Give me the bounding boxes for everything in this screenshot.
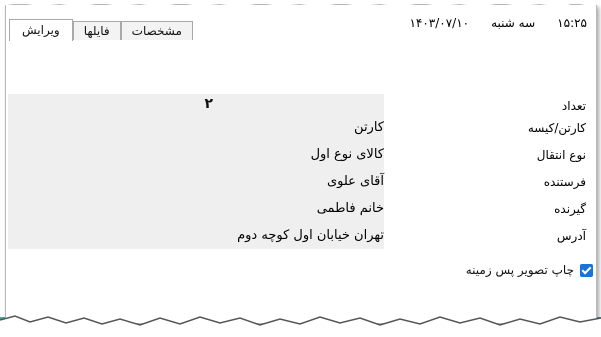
torn-edge-bottom	[0, 315, 601, 337]
torn-edge-top	[0, 0, 601, 7]
row-transport: کالای نوع اول نوع انتقال	[8, 141, 586, 168]
tab-edit[interactable]: ویرایش	[9, 19, 73, 41]
row-receiver: خانم فاطمی گیرنده	[8, 195, 586, 222]
print-background-label: چاپ تصویر پس زمینه	[465, 263, 574, 277]
row-package: کارتن کارتن/کیسه	[8, 114, 586, 141]
transport-field[interactable]: کالای نوع اول	[8, 141, 384, 168]
row-address: تهران خیابان اول کوچه دوم آدرس	[8, 222, 586, 249]
print-background-checkbox[interactable]	[580, 263, 593, 277]
package-field[interactable]: کارتن	[8, 114, 384, 141]
header-status: ۱۵:۲۵ سه شنبه ۱۴۰۳/۰۷/۱۰	[409, 14, 587, 32]
sender-label: فرستنده	[543, 175, 586, 189]
count-field[interactable]: ۲	[8, 94, 213, 114]
address-label: آدرس	[556, 229, 586, 243]
receiver-label: گیرنده	[554, 202, 586, 216]
tab-bar: ویرایش فایلها مشخصات	[9, 19, 193, 41]
weekday-label: سه شنبه	[491, 16, 536, 30]
print-background-option[interactable]: چاپ تصویر پس زمینه	[466, 262, 593, 278]
row-sender: آقای علوی فرستنده	[8, 168, 586, 195]
tab-details[interactable]: مشخصات	[120, 21, 193, 40]
sender-field[interactable]: آقای علوی	[8, 168, 384, 195]
count-value: ۲	[204, 96, 213, 112]
package-label: کارتن/کیسه	[527, 121, 586, 135]
time-label: ۱۵:۲۵	[557, 16, 587, 30]
receiver-field[interactable]: خانم فاطمی	[8, 195, 384, 222]
date-label: ۱۴۰۳/۰۷/۱۰	[409, 16, 470, 30]
tab-files[interactable]: فایلها	[72, 21, 121, 40]
address-field[interactable]: تهران خیابان اول کوچه دوم	[8, 222, 384, 249]
transport-label: نوع انتقال	[536, 148, 586, 162]
form-grid: ۲ تعداد کارتن کارتن/کیسه کالای نوع اول ن…	[8, 94, 586, 249]
row-count: ۲ تعداد	[8, 94, 586, 114]
count-label: تعداد	[561, 99, 586, 113]
